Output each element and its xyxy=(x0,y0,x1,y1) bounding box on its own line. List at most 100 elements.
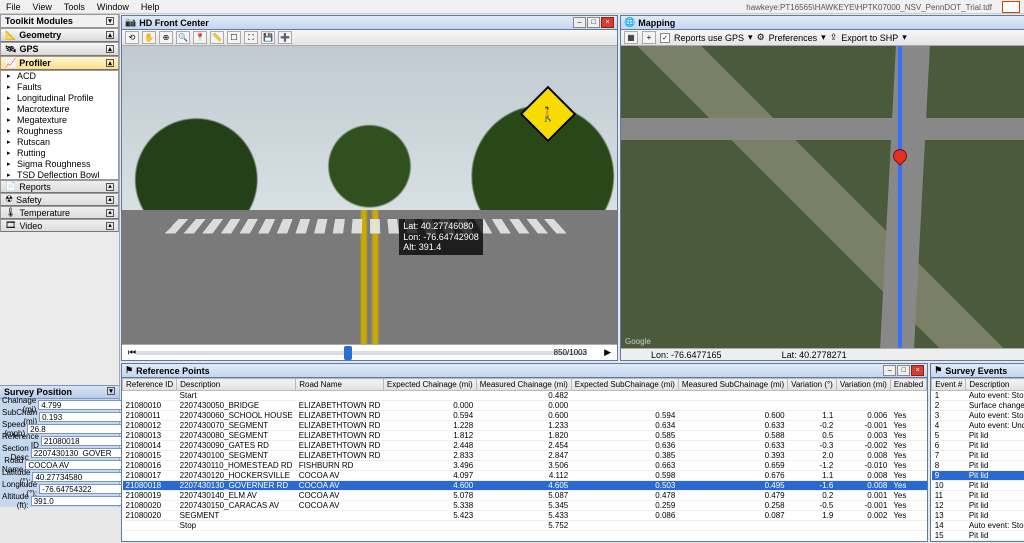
section-temperature[interactable]: 🌡Temperature▴ xyxy=(0,206,119,219)
tool-zoom[interactable]: 🔍 xyxy=(176,31,190,44)
column-header[interactable]: Event # xyxy=(932,379,966,391)
menu-view[interactable]: View xyxy=(33,2,52,12)
menu-file[interactable]: File xyxy=(6,2,21,12)
minimize-button[interactable]: – xyxy=(883,365,896,376)
table-row[interactable]: 14Auto event: Stopped5.405 xyxy=(932,521,1024,531)
scrub-handle[interactable] xyxy=(344,346,352,360)
column-header[interactable]: Measured SubChainage (mi) xyxy=(678,379,787,391)
menu-tools[interactable]: Tools xyxy=(64,2,85,12)
table-row[interactable]: 210800202207430150_CARACAS AVCOCOA AV5.3… xyxy=(123,501,927,511)
table-row[interactable]: 5Pit lid4.075 xyxy=(932,431,1024,441)
play-button[interactable]: ▶ xyxy=(604,347,611,358)
table-row[interactable]: 210800192207430140_ELM AVCOCOA AV5.0785.… xyxy=(123,491,927,501)
maximize-button[interactable]: □ xyxy=(587,17,600,28)
column-header[interactable]: Variation (°) xyxy=(788,379,837,391)
table-row[interactable]: 10Pit lid4.978 xyxy=(932,481,1024,491)
tree-item[interactable]: Longitudinal Profile xyxy=(1,93,118,104)
table-row[interactable]: 210800172207430120_HOCKERSVILLECOCOA AV4… xyxy=(123,471,927,481)
table-row[interactable]: 210800132207430080_SEGMENTELIZABETHTOWN … xyxy=(123,431,927,441)
close-button[interactable]: × xyxy=(911,365,924,376)
map-view[interactable]: Map Satellite Google Map Data | Terms of… xyxy=(621,46,1024,348)
column-header[interactable]: Measured Chainage (mi) xyxy=(476,379,571,391)
table-row[interactable]: 210800122207430070_SEGMENTELIZABETHTOWN … xyxy=(123,421,927,431)
event-icon: ⚑ xyxy=(934,365,942,376)
tree-item[interactable]: Megatexture xyxy=(1,115,118,126)
table-row[interactable]: 1Auto event: Stopped-0.483 xyxy=(932,391,1024,401)
table-row[interactable]: 8Pit lid4.594 xyxy=(932,461,1024,471)
column-header[interactable]: Road Name xyxy=(296,379,384,391)
table-row[interactable]: 21080020SEGMENT5.4235.4330.0860.0871.90.… xyxy=(123,511,927,521)
camera-icon: 📷 xyxy=(125,17,136,28)
tree-item[interactable]: Faults xyxy=(1,82,118,93)
map-layers[interactable]: ▦ xyxy=(624,31,638,44)
tree-item[interactable]: ACD xyxy=(1,71,118,82)
section-profiler[interactable]: 📈Profiler▴ xyxy=(0,56,119,70)
close-button[interactable]: × xyxy=(601,17,614,28)
section-safety[interactable]: ☢Safety▴ xyxy=(0,193,119,206)
reports-gps-check[interactable]: ✓ xyxy=(660,33,670,43)
hd-image-view[interactable]: 🚶 Lat: 40.27746080 Lon: -76.64742908 Alt… xyxy=(122,46,617,344)
tool-reset[interactable]: ⟲ xyxy=(125,31,139,44)
menu-help[interactable]: Help xyxy=(141,2,160,12)
tree-item[interactable]: Rutscan xyxy=(1,137,118,148)
minimize-button[interactable]: – xyxy=(573,17,586,28)
table-row[interactable]: 3Auto event: Stopped3.393 xyxy=(932,411,1024,421)
column-header[interactable]: Expected Chainage (mi) xyxy=(383,379,476,391)
profiler-tree[interactable]: ACDFaultsLongitudinal ProfileMacrotextur… xyxy=(0,70,119,180)
events-table[interactable]: Event #DescriptionDistance (mi)1Auto eve… xyxy=(931,378,1024,541)
table-row[interactable]: 13Pit lid5.432 xyxy=(932,511,1024,521)
table-row[interactable]: 11Pit lid5.139 xyxy=(932,491,1024,501)
tool-ruler[interactable]: 📏 xyxy=(210,31,224,44)
tool-cross[interactable]: ➕ xyxy=(278,31,292,44)
column-header[interactable]: Description xyxy=(177,379,296,391)
survey-field: Altitude (ft): xyxy=(0,495,119,507)
maximize-button[interactable]: □ xyxy=(897,365,910,376)
tool-pan[interactable]: ✋ xyxy=(142,31,156,44)
table-row[interactable]: Stop5.752 xyxy=(123,521,927,531)
tree-item[interactable]: Sigma Roughness xyxy=(1,159,118,170)
menu-window[interactable]: Window xyxy=(97,2,129,12)
column-header[interactable]: Variation (mi) xyxy=(836,379,890,391)
tree-item[interactable]: Roughness xyxy=(1,126,118,137)
table-row[interactable]: 210800182207430130_GOVERNER RDCOCOA AV4.… xyxy=(123,481,927,491)
table-row[interactable]: 9Pit lid4.648 xyxy=(932,471,1024,481)
column-header[interactable]: Expected SubChainage (mi) xyxy=(571,379,678,391)
tree-item[interactable]: Macrotexture xyxy=(1,104,118,115)
section-reports[interactable]: 📄Reports▴ xyxy=(0,180,119,193)
table-row[interactable]: 4Auto event: Under speed3.394 xyxy=(932,421,1024,431)
tool-save[interactable]: 💾 xyxy=(261,31,275,44)
profiler-icon: 📈 xyxy=(5,58,16,69)
geometry-icon: 📐 xyxy=(5,30,16,41)
frame-scrubber[interactable]: ⏮ 850/1003 ▶ xyxy=(122,344,617,360)
table-row[interactable]: Start0.482 xyxy=(123,391,927,401)
toolkit-header[interactable]: Toolkit Modules ▾ xyxy=(0,14,119,28)
tool-target[interactable]: ⊕ xyxy=(159,31,173,44)
export-icon[interactable]: ⇪ xyxy=(830,32,838,43)
tree-item[interactable]: Rutting xyxy=(1,148,118,159)
section-gps[interactable]: 🛰GPS▴ xyxy=(0,42,119,56)
table-row[interactable]: 6Pit lid4.218 xyxy=(932,441,1024,451)
collapse-icon[interactable]: ▾ xyxy=(106,17,114,25)
table-row[interactable]: 210800142207430090_GATES RDELIZABETHTOWN… xyxy=(123,441,927,451)
section-geometry[interactable]: 📐Geometry▴ xyxy=(0,28,119,42)
column-header[interactable]: Description xyxy=(966,379,1024,391)
tree-item[interactable]: TSD Deflection Bowl xyxy=(1,170,118,180)
tool-pin[interactable]: 📍 xyxy=(193,31,207,44)
gear-icon[interactable]: ⚙ xyxy=(757,32,765,43)
reference-table[interactable]: Reference IDDescriptionRoad NameExpected… xyxy=(122,378,927,531)
scrub-start-icon[interactable]: ⏮ xyxy=(128,347,136,358)
table-row[interactable]: 210800112207430060_SCHOOL HOUSEELIZABETH… xyxy=(123,411,927,421)
section-video[interactable]: 🎞Video▴ xyxy=(0,219,119,232)
table-row[interactable]: 7Pit lid4.290 xyxy=(932,451,1024,461)
column-header[interactable]: Reference ID xyxy=(123,379,177,391)
map-add[interactable]: + xyxy=(642,31,656,44)
table-row[interactable]: 2Surface change1.514 xyxy=(932,401,1024,411)
table-row[interactable]: 12Pit lid5.204 xyxy=(932,501,1024,511)
table-row[interactable]: 15Pit lid5.430 xyxy=(932,531,1024,541)
table-row[interactable]: 210800162207430110_HOMESTEAD RDFISHBURN … xyxy=(123,461,927,471)
table-row[interactable]: 210800102207430050_BRIDGEELIZABETHTOWN R… xyxy=(123,401,927,411)
column-header[interactable]: Enabled xyxy=(890,379,926,391)
table-row[interactable]: 210800152207430100_SEGMENTELIZABETHTOWN … xyxy=(123,451,927,461)
tool-crop[interactable]: ☐ xyxy=(227,31,241,44)
tool-fullscreen[interactable]: ⛶ xyxy=(244,31,258,44)
